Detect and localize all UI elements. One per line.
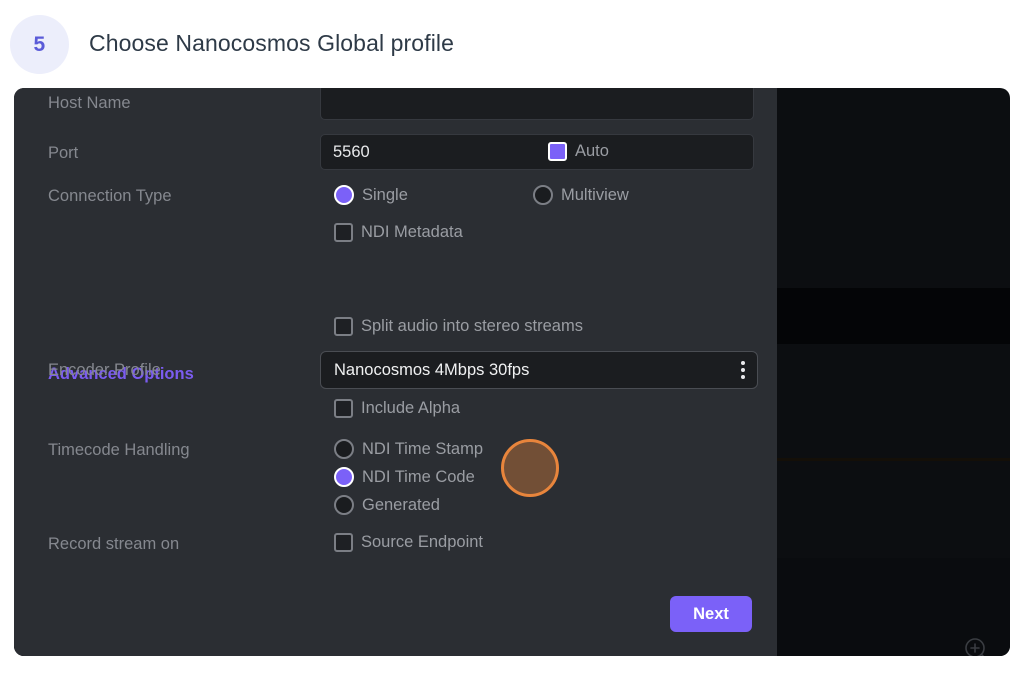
- split-audio-label: Split audio into stereo streams: [361, 317, 583, 335]
- radio-circle-icon: [334, 439, 354, 459]
- encoder-profile-label: Encoder Profile: [48, 361, 161, 379]
- next-button[interactable]: Next: [670, 596, 752, 632]
- radio-generated-label: Generated: [362, 495, 440, 514]
- port-label: Port: [48, 144, 79, 162]
- dialog-body: Host Name Port 5560 Auto Connection Type…: [14, 88, 777, 656]
- auto-checkbox[interactable]: Auto: [548, 142, 609, 161]
- radio-circle-icon: [334, 495, 354, 515]
- record-stream-on-label: Record stream on: [48, 535, 180, 553]
- zoom-in-icon[interactable]: [961, 634, 995, 656]
- radio-ndi-time-stamp[interactable]: NDI Time Stamp: [334, 439, 483, 459]
- checkbox-box-icon: [334, 223, 353, 242]
- radio-ndi-time-code[interactable]: NDI Time Code: [334, 467, 475, 487]
- encoder-profile-value: Nanocosmos 4Mbps 30fps: [334, 361, 530, 379]
- radio-connection-multiview[interactable]: Multiview: [533, 185, 629, 205]
- radio-circle-icon: [533, 185, 553, 205]
- ndi-metadata-row: NDI Metadata: [14, 215, 777, 253]
- app-window: Host Name Port 5560 Auto Connection Type…: [14, 88, 1010, 656]
- encoder-profile-dropdown[interactable]: Nanocosmos 4Mbps 30fps: [320, 351, 758, 389]
- radio-connection-single-label: Single: [362, 185, 408, 204]
- step-number-text: 5: [33, 32, 46, 56]
- encoder-profile-row: Encoder Profile Nanocosmos 4Mbps 30fps: [14, 351, 777, 389]
- page-title: Choose Nanocosmos Global profile: [89, 30, 455, 56]
- connection-type-label: Connection Type: [48, 187, 172, 205]
- source-endpoint-label: Source Endpoint: [361, 533, 484, 551]
- include-alpha-checkbox[interactable]: Include Alpha: [334, 399, 460, 418]
- radio-generated[interactable]: Generated: [334, 495, 440, 515]
- port-row: Port 5560 Auto: [14, 134, 777, 172]
- radio-connection-multiview-label: Multiview: [561, 185, 629, 204]
- kebab-menu-icon[interactable]: [741, 361, 745, 380]
- checkbox-box-icon: [334, 399, 353, 418]
- connection-type-row: Connection Type Single Multiview: [14, 177, 777, 215]
- host-name-input[interactable]: [320, 88, 754, 120]
- record-stream-on-row: Record stream on Source Endpoint: [14, 525, 777, 563]
- step-number-badge: 5: [10, 15, 69, 74]
- radio-connection-single[interactable]: Single: [334, 185, 408, 205]
- checkbox-box-icon: [334, 317, 353, 336]
- include-alpha-label: Include Alpha: [361, 399, 461, 417]
- host-name-label: Host Name: [48, 94, 131, 112]
- host-name-row: Host Name: [14, 88, 777, 122]
- ndi-metadata-checkbox[interactable]: NDI Metadata: [334, 223, 463, 242]
- page-header: 5 Choose Nanocosmos Global profile: [0, 0, 1024, 88]
- radio-ndi-time-stamp-label: NDI Time Stamp: [362, 439, 484, 458]
- split-audio-row: Split audio into stereo streams: [14, 309, 777, 347]
- source-endpoint-checkbox[interactable]: Source Endpoint: [334, 533, 483, 552]
- ndi-metadata-label: NDI Metadata: [361, 223, 463, 241]
- timecode-handling-label: Timecode Handling: [48, 441, 190, 459]
- checkbox-box-icon: [334, 533, 353, 552]
- port-input[interactable]: 5560: [320, 134, 754, 170]
- radio-circle-icon: [334, 185, 354, 205]
- auto-checkbox-label: Auto: [575, 142, 609, 160]
- include-alpha-row: Include Alpha: [14, 391, 777, 429]
- timecode-handling-row: Timecode Handling NDI Time Stamp NDI Tim…: [14, 431, 777, 515]
- ndi-settings-dialog: Host Name Port 5560 Auto Connection Type…: [14, 88, 777, 656]
- split-audio-checkbox[interactable]: Split audio into stereo streams: [334, 317, 583, 336]
- checkbox-box-icon: [548, 142, 567, 161]
- radio-circle-icon: [334, 467, 354, 487]
- radio-ndi-time-code-label: NDI Time Code: [362, 467, 475, 486]
